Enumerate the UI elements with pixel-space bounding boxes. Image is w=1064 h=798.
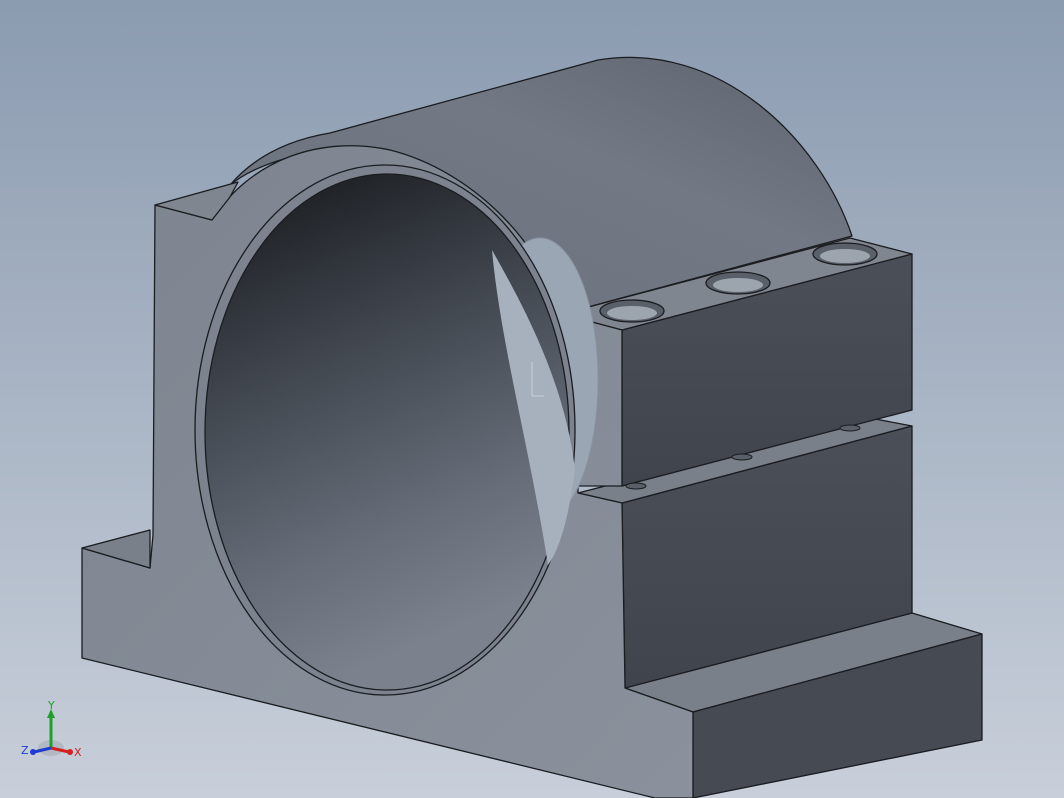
y-axis-label: Y [47,700,55,712]
graphics-viewport[interactable]: Y X Z [0,0,1064,798]
z-axis-label: Z [21,744,29,757]
model-view[interactable] [0,0,1064,798]
axis-triad: Y X Z [21,700,82,759]
bore-interior [204,173,570,691]
x-axis-label: X [74,746,82,759]
